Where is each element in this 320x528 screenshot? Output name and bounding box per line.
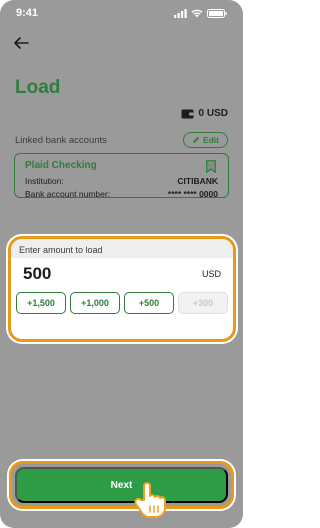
edit-button-label: Edit xyxy=(202,135,219,145)
next-button-highlight: Next xyxy=(9,461,234,509)
account-number-label: Bank account number: xyxy=(25,189,111,199)
institution-value: CITIBANK xyxy=(177,176,218,186)
quick-amount-1500-button[interactable]: +1,500 xyxy=(16,292,66,314)
amount-input[interactable]: 500 xyxy=(23,264,51,284)
institution-label: Institution: xyxy=(25,176,64,186)
bookmark-icon xyxy=(206,160,216,173)
wallet-icon xyxy=(181,109,194,119)
page-title: Load xyxy=(15,77,61,98)
bank-name: Plaid Checking xyxy=(25,160,97,171)
linked-accounts-header: Linked bank accounts Edit xyxy=(15,132,228,148)
phone-screen: 9:41 Load 0 USD Linked bank accounts Edi… xyxy=(0,0,243,528)
amount-panel: Enter amount to load 500 USD +1,500 +1,0… xyxy=(8,236,236,342)
pencil-icon xyxy=(192,137,199,143)
status-icons xyxy=(174,8,227,18)
institution-row: Institution: CITIBANK xyxy=(25,176,218,186)
quick-amount-1000-button[interactable]: +1,000 xyxy=(70,292,120,314)
status-bar: 9:41 xyxy=(0,0,243,26)
quick-amount-300-button[interactable]: +300 xyxy=(178,292,228,314)
bank-account-card[interactable]: Plaid Checking Institution: CITIBANK Ban… xyxy=(14,153,229,199)
edit-button[interactable]: Edit xyxy=(182,132,228,148)
amount-currency: USD xyxy=(201,269,221,279)
linked-accounts-label: Linked bank accounts xyxy=(15,134,107,146)
wifi-icon xyxy=(191,9,203,17)
battery-icon xyxy=(207,8,227,18)
back-arrow-icon[interactable] xyxy=(12,34,30,52)
quick-amount-500-button[interactable]: +500 xyxy=(124,292,174,314)
amount-label: Enter amount to load xyxy=(11,239,233,258)
balance-amount: 0 USD xyxy=(198,108,228,119)
account-number-row: Bank account number: **** **** 0000 xyxy=(25,189,218,199)
status-time: 9:41 xyxy=(16,7,39,19)
pointer-hand-icon xyxy=(134,482,166,518)
signal-icon xyxy=(174,8,187,18)
account-number-value: **** **** 0000 xyxy=(167,189,218,199)
next-button[interactable]: Next xyxy=(15,467,228,503)
amount-input-row[interactable]: 500 USD xyxy=(11,258,233,284)
wallet-balance: 0 USD xyxy=(181,108,228,119)
quick-amount-row: +1,500 +1,000 +500 +300 xyxy=(11,284,233,314)
